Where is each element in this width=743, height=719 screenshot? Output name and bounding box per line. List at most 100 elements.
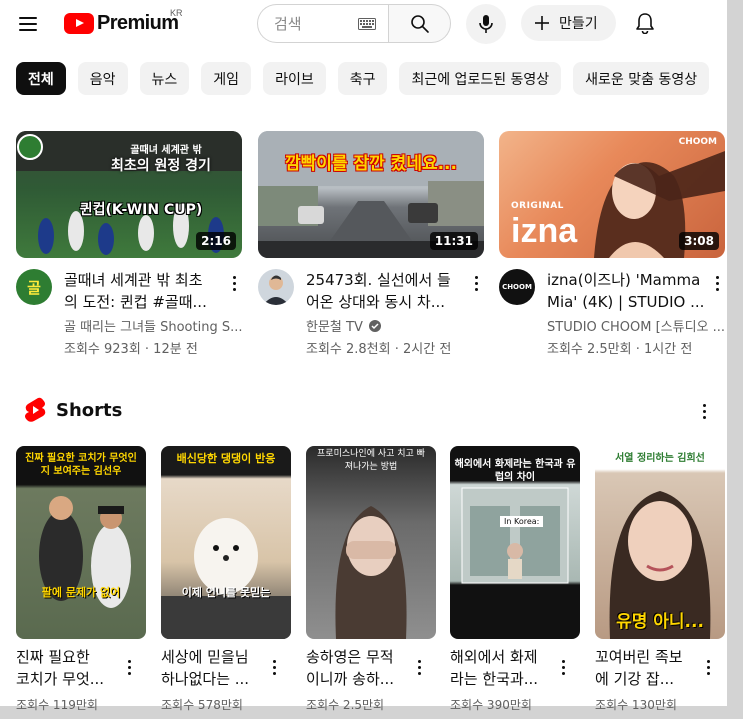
video-metadata: 조회수 2.8천회 · 2시간 전	[306, 342, 452, 357]
more-actions-button[interactable]	[224, 271, 244, 295]
video-title-line-2: 어온 상대와 동시 차...	[306, 293, 446, 311]
short-more-button[interactable]	[553, 656, 573, 678]
chip-all[interactable]: 전체	[16, 62, 66, 95]
video-duration: 2:16	[196, 232, 236, 250]
shorts-shelf-more-button[interactable]	[694, 400, 714, 422]
short-more-button[interactable]	[698, 656, 718, 678]
chip-gaming[interactable]: 게임	[201, 62, 252, 95]
chip-recently-uploaded[interactable]: 최근에 업로드된 동영상	[399, 62, 562, 95]
short-view-count: 조회수 130만회	[595, 698, 677, 712]
short-thumbnail[interactable]: 서열 정리하는 김희선 유명 아니...	[595, 446, 725, 639]
shorts-logo-icon	[25, 397, 46, 422]
short-title[interactable]: 꼬여버린 족보 에 기강 잡...	[595, 646, 699, 690]
chip-soccer[interactable]: 축구	[337, 62, 388, 95]
short-thumbnail[interactable]: 해외에서 화제라는 한국과 유럽의 차이 In Korea:	[450, 446, 580, 639]
search-button[interactable]	[388, 4, 451, 43]
video-title[interactable]: 골때녀 세계관 밖 최초 의 도전: 퀸컵 #골때...	[64, 269, 232, 313]
thumbnail-art	[335, 506, 407, 639]
more-vert-icon	[232, 275, 236, 279]
channel-avatar[interactable]: CHOOM	[499, 269, 535, 305]
channel-name-row[interactable]: 한문철 TV	[306, 316, 486, 335]
shorts-shelf-title: Shorts	[56, 399, 123, 421]
short-more-button[interactable]	[409, 656, 429, 678]
search-icon	[410, 14, 429, 33]
channel-avatar[interactable]: 골	[16, 269, 52, 305]
short-thumbnail[interactable]: 진짜 필요한 코치가 무엇인지 보여주는 김선우 팔에 문제가 없어	[16, 446, 146, 639]
short-title[interactable]: 세상에 믿을님 하나없다는 ...	[161, 646, 265, 690]
video-metadata: 조회수 2.5만회 · 1시간 전	[547, 342, 693, 357]
thumbnail-caption-3: CHOOM	[678, 137, 717, 147]
create-button[interactable]: 만들기	[521, 5, 616, 41]
short-more-button[interactable]	[264, 656, 284, 678]
avatar-text: 골	[27, 278, 41, 297]
short-caption-bottom: 팔에 문제가 없어	[41, 586, 121, 599]
short-view-count: 조회수 390만회	[450, 698, 532, 712]
video-thumbnail[interactable]: ORIGINAL izna CHOOM 3:08	[499, 131, 725, 258]
short-title-line-1: 꼬여버린 족보	[595, 648, 683, 666]
more-vert-icon	[474, 275, 478, 279]
short-title-line-2: 이니까 송하...	[306, 670, 395, 688]
short-title-line-1: 송하영은 무적	[306, 648, 394, 666]
chip-news[interactable]: 뉴스	[139, 62, 190, 95]
thumbnail-art	[609, 491, 711, 639]
plus-icon	[535, 16, 549, 30]
short-title-line-1: 해외에서 화제	[450, 648, 538, 666]
more-vert-icon	[706, 659, 710, 663]
more-actions-button[interactable]	[707, 271, 727, 295]
voice-search-button[interactable]	[466, 4, 506, 44]
thumbnail-caption-2: ORIGINAL	[511, 201, 564, 211]
verified-badge-icon	[368, 319, 381, 332]
thumbnail-caption-3: 퀸컵(K-WIN CUP)	[79, 202, 203, 218]
filter-chip-bar: 전체 음악 뉴스 게임 라이브 축구 최근에 업로드된 동영상 새로운 맞춤 동…	[16, 62, 710, 95]
video-metadata: 조회수 923회 · 12분 전	[64, 342, 198, 357]
video-title-line-1: izna(이즈나) 'Mamma	[547, 271, 701, 289]
window-frame-right	[727, 0, 743, 719]
masthead: Premium KR 만들기	[0, 0, 727, 48]
short-title-line-1: 세상에 믿을님	[161, 648, 249, 666]
video-title-line-1: 골때녀 세계관 밖 최초	[64, 271, 203, 289]
short-title[interactable]: 해외에서 화제 라는 한국과...	[450, 646, 554, 690]
guide-menu-button[interactable]	[12, 8, 44, 40]
short-title-line-2: 코치가 무엇...	[16, 670, 105, 688]
video-title-line-2: Mia' (4K) | STUDIO ...	[547, 293, 705, 311]
chip-live[interactable]: 라이브	[263, 62, 326, 95]
thumbnail-caption-1: 깜빡이를 잠깐 켰네요...	[285, 154, 457, 174]
channel-name[interactable]: 골 때리는 그녀들 Shooting S...	[64, 316, 244, 335]
short-thumbnail[interactable]: 프로미스나인에 사고 치고 빠져나가는 방법	[306, 446, 436, 639]
video-title-line-1: 25473회. 실선에서 들	[306, 271, 451, 289]
short-title[interactable]: 진짜 필요한 코치가 무엇...	[16, 646, 120, 690]
notifications-button[interactable]	[628, 6, 662, 40]
channel-name: 한문철 TV	[306, 320, 363, 335]
chip-new-to-you[interactable]: 새로운 맞춤 동영상	[573, 62, 710, 95]
more-actions-button[interactable]	[466, 271, 486, 295]
video-thumbnail[interactable]: 골때녀 세계관 밖 최초의 원정 경기 퀸컵(K-WIN CUP) 2:16	[16, 131, 242, 258]
logo-text: Premium	[97, 11, 179, 34]
video-duration: 11:31	[429, 232, 478, 250]
channel-avatar[interactable]	[258, 269, 294, 305]
video-title[interactable]: izna(이즈나) 'Mamma Mia' (4K) | STUDIO ...	[547, 269, 715, 313]
thumbnail-caption-2: 최초의 원정 경기	[111, 158, 211, 174]
youtube-premium-logo[interactable]: Premium	[64, 11, 179, 35]
short-caption-top: 배신당한 댕댕이 반응	[176, 452, 276, 465]
short-title-line-2: 라는 한국과...	[450, 670, 539, 688]
short-title[interactable]: 송하영은 무적 이니까 송하...	[306, 646, 410, 690]
thumbnail-caption-1: izna	[511, 212, 578, 250]
more-vert-icon	[702, 403, 706, 407]
video-title[interactable]: 25473회. 실선에서 들 어온 상대와 동시 차...	[306, 269, 474, 313]
short-view-count: 조회수 578만회	[161, 698, 243, 712]
search-input[interactable]	[274, 13, 354, 35]
more-vert-icon	[561, 659, 565, 663]
channel-name[interactable]: STUDIO CHOOM [스튜디오 ...	[547, 316, 727, 335]
chip-music[interactable]: 음악	[77, 62, 128, 95]
video-thumbnail[interactable]: 깜빡이를 잠깐 켰네요... 11:31	[258, 131, 484, 258]
short-caption-bottom: 이제 언니를 못믿는	[181, 586, 271, 599]
short-caption-top: 프로미스나인에 사고 치고 빠져나가는 방법	[317, 449, 425, 472]
hamburger-icon	[19, 17, 37, 19]
keyboard-icon[interactable]	[358, 18, 376, 30]
more-vert-icon	[272, 659, 276, 663]
short-caption-top: 진짜 필요한 코치가 무엇인지 보여주는 김선우	[25, 453, 137, 477]
short-caption-top: 해외에서 화제라는 한국과 유럽의 차이	[454, 459, 576, 483]
short-thumbnail[interactable]: 배신당한 댕댕이 반응 이제 언니를 못믿는	[161, 446, 291, 639]
short-more-button[interactable]	[119, 656, 139, 678]
short-view-count: 조회수 119만회	[16, 698, 98, 712]
